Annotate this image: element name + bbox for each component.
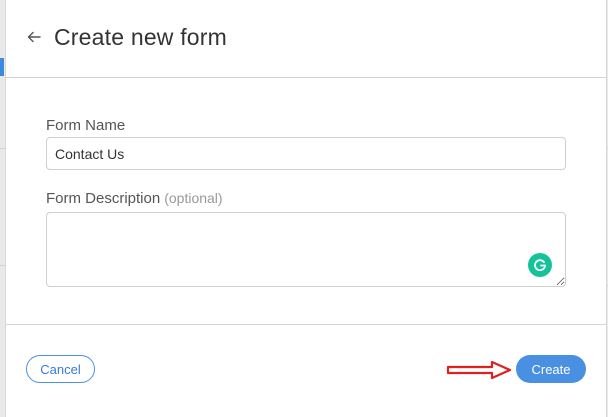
red-arrow-annotation-icon [446, 360, 512, 380]
form-description-input[interactable] [46, 212, 566, 287]
background-tab-edge [0, 58, 4, 76]
footer-divider [6, 324, 606, 325]
dialog-header: Create new form [6, 0, 606, 78]
arrow-left-icon[interactable] [26, 29, 42, 45]
grammarly-icon[interactable] [528, 253, 552, 277]
form-name-label: Form Name [46, 117, 126, 134]
form-name-input[interactable] [46, 137, 566, 170]
create-form-dialog: Create new form Form Name Form Descripti… [5, 0, 607, 417]
form-description-label-group: Form Description (optional) [46, 190, 223, 207]
dialog-title: Create new form [54, 24, 228, 50]
form-description-label: Form Description [46, 190, 161, 207]
cancel-button[interactable]: Cancel [26, 355, 95, 383]
create-button[interactable]: Create [516, 355, 586, 383]
optional-hint: (optional) [164, 190, 223, 206]
